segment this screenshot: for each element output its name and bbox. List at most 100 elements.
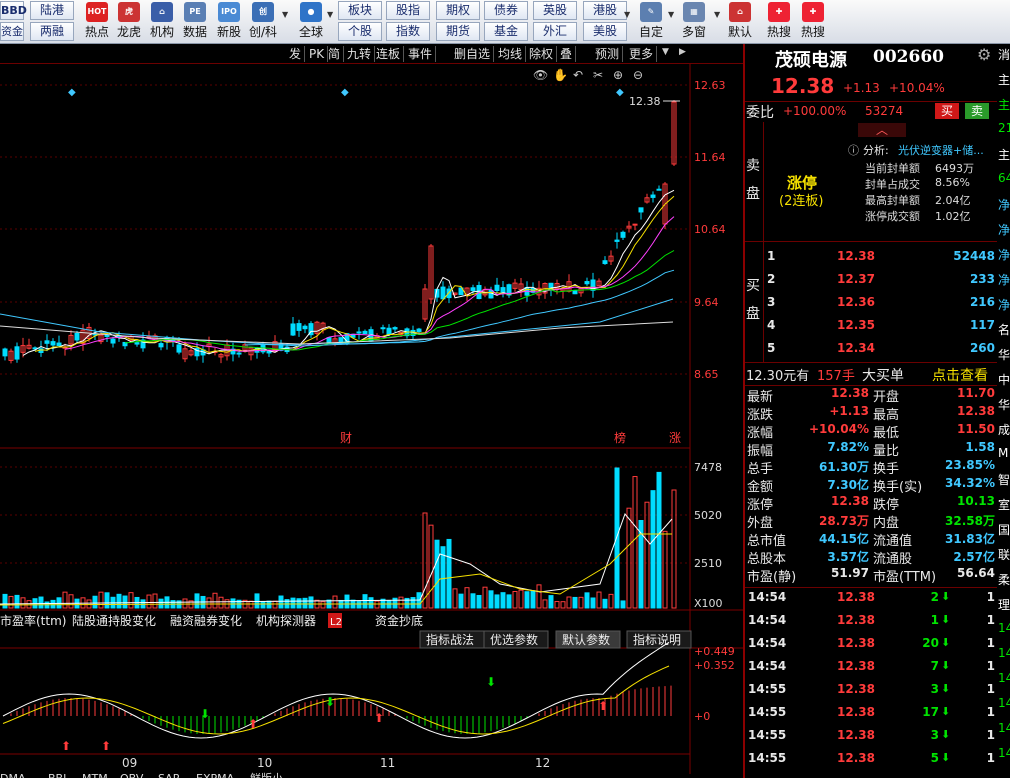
hot-button[interactable]: HOT 热点	[82, 0, 112, 44]
chart-tab-7[interactable]: 均线	[495, 46, 527, 62]
analysis-row-label: 当前封单额	[865, 162, 920, 175]
chart-tab-0[interactable]: 发	[286, 46, 306, 62]
event-diamond-icon[interactable]: ◆	[68, 87, 76, 98]
analysis-text[interactable]: 光伏逆变器+储...	[898, 142, 984, 158]
chinext-button[interactable]: 创创/科	[248, 0, 278, 44]
bottom-tab-4[interactable]: SAR	[158, 772, 181, 778]
gear-icon[interactable]: ⚙	[977, 47, 993, 63]
chart-tab-11[interactable]: 更多	[626, 46, 658, 62]
volume-bar	[68, 594, 74, 609]
chart-tab-9[interactable]: 叠	[557, 46, 577, 62]
volume-bar	[536, 584, 542, 609]
chart-tab-4[interactable]: 连板	[373, 46, 405, 62]
buy-side-label: 买盘	[746, 278, 760, 322]
event-diamond-icon[interactable]: ◆	[341, 87, 349, 98]
zoom-out-icon[interactable]: ⊖	[633, 68, 643, 82]
globe-button[interactable]: ● 全球	[296, 0, 326, 44]
volume-bar	[260, 601, 266, 609]
macd-tab-1[interactable]: 优选参数	[490, 632, 538, 647]
bottom-tab-2[interactable]: MTM	[82, 772, 108, 778]
bottom-tab-5[interactable]: EXPMA	[196, 772, 235, 778]
toolbar-top-button-5[interactable]: 英股	[533, 1, 577, 20]
undo-icon[interactable]: ↶	[573, 68, 583, 82]
info-icon[interactable]: ⓘ	[848, 142, 859, 158]
toolbar-bottom-button-3[interactable]: 期货	[436, 22, 480, 41]
volume-bar	[482, 586, 488, 609]
toolbar-top-button-0[interactable]: 陆港	[30, 1, 74, 20]
dropdown-arrow-icon[interactable]: ▼	[327, 10, 333, 19]
toolbar-top-button-3[interactable]: 期权	[436, 1, 480, 20]
bottom-tab-1[interactable]: BBI	[48, 772, 66, 778]
dropdown-arrow-icon[interactable]: ▼	[624, 10, 630, 19]
bank-button[interactable]: ⌂ 机构	[147, 0, 177, 44]
pe-button[interactable]: PE 数据	[180, 0, 210, 44]
indicator-tab-4[interactable]: 资金抄底	[375, 613, 423, 628]
event-mark[interactable]: 财	[340, 431, 352, 445]
toolbar-top-button-4[interactable]: 债券	[484, 1, 528, 20]
toolbar-top-button-1[interactable]: 板块	[338, 1, 382, 20]
edge-char: 智	[998, 473, 1010, 487]
event-mark[interactable]: 涨	[669, 430, 681, 445]
tick-direction-icon: ⬇	[941, 705, 951, 718]
toolbar-bottom-button-1[interactable]: 个股	[338, 22, 382, 41]
toolbar-bottom-button-2[interactable]: 指数	[386, 22, 430, 41]
bottom-tab-3[interactable]: OBV	[120, 772, 144, 778]
toolbar-bottom-button-6[interactable]: 美股	[583, 22, 627, 41]
macd-tab-3[interactable]: 指标说明	[633, 632, 681, 647]
funds-button[interactable]: 资金	[0, 22, 24, 41]
dropdown-arrow-icon[interactable]: ▼	[714, 10, 720, 19]
event-mark[interactable]: 榜	[614, 430, 626, 445]
zoom-in-icon[interactable]: ⊕	[613, 68, 623, 82]
dropdown-arrow-icon[interactable]: ▼	[282, 10, 288, 19]
chart-tab-6[interactable]: 删自选	[451, 46, 495, 62]
toolbar-icon-label: 龙虎	[116, 25, 141, 39]
toolbar-bottom-button-0[interactable]: 两融	[30, 22, 74, 41]
sell-button[interactable]: 卖	[965, 103, 989, 119]
toolbar-bottom-button-4[interactable]: 基金	[484, 22, 528, 41]
bottom-tab-6[interactable]: 鲜版小	[250, 771, 283, 778]
dropdown-arrow-icon[interactable]: ▼	[668, 10, 674, 19]
indicator-tab-2[interactable]: 融资融券变化	[170, 613, 242, 628]
bbd-button[interactable]: BBD	[0, 1, 27, 20]
quote-value: +10.04%	[808, 422, 869, 436]
expand-arrow-icon[interactable]: ▶	[679, 47, 686, 57]
chart-tab-3[interactable]: 九转	[344, 46, 376, 62]
quote-value: 28.73万	[819, 514, 869, 528]
toolbar-bottom-button-5[interactable]: 外汇	[533, 22, 577, 41]
volume-axis-label: 5020	[694, 509, 722, 522]
indicator-tab-0[interactable]: 市盈率(ttm)	[0, 613, 66, 628]
home-button[interactable]: ⌂ 默认	[725, 0, 755, 44]
main-chart[interactable]: 12.63 11.64 10.64 9.64 8.65 7478 5020 2510 X100 +…	[0, 64, 743, 778]
volume-bar	[464, 587, 470, 609]
volume-bar	[596, 591, 602, 609]
collapse-icon[interactable]: ︿	[858, 123, 906, 137]
multi-window-button[interactable]: ▦ 多窗	[679, 0, 709, 44]
indicator-tab-3[interactable]: 机构探测器	[256, 613, 316, 628]
more-arrow-icon[interactable]: ▼	[662, 47, 669, 57]
ipo-button[interactable]: IPO 新股	[214, 0, 244, 44]
volume-bar	[476, 594, 482, 609]
view-icon[interactable]: 👁	[533, 68, 548, 82]
tiger-button[interactable]: 虎龙虎	[114, 0, 144, 44]
chart-tab-2[interactable]: 简	[325, 46, 345, 62]
limit-up-count: (2连板)	[779, 194, 824, 209]
hot-search-button[interactable]: ✚ 热搜	[764, 0, 794, 44]
hot-search-button-2[interactable]: ✚ 热搜	[798, 0, 828, 44]
macd-tab-2[interactable]: 默认参数	[562, 632, 610, 647]
event-diamond-icon[interactable]: ◆	[616, 87, 624, 98]
pan-icon[interactable]: ✋	[553, 68, 568, 82]
bottom-tab-0[interactable]: DMA	[0, 772, 26, 778]
cut-icon[interactable]: ✂	[593, 68, 603, 82]
indicator-tab-1[interactable]: 陆股通持股变化	[72, 613, 156, 628]
buy-button[interactable]: 买	[935, 103, 959, 119]
big-order-link[interactable]: 点击查看	[932, 365, 988, 385]
chart-tab-5[interactable]: 事件	[405, 46, 437, 62]
custom-button[interactable]: ✎ 自定	[636, 0, 666, 44]
macd-tab-0[interactable]: 指标战法	[426, 632, 474, 647]
chart-tab-8[interactable]: 除权	[526, 46, 558, 62]
toolbar-top-button-6[interactable]: 港股	[583, 1, 627, 20]
chart-tab-10[interactable]: 预测	[592, 46, 624, 62]
moving-average-line	[124, 250, 675, 351]
tick-price: 12.38	[837, 590, 875, 604]
toolbar-top-button-2[interactable]: 股指	[386, 1, 430, 20]
